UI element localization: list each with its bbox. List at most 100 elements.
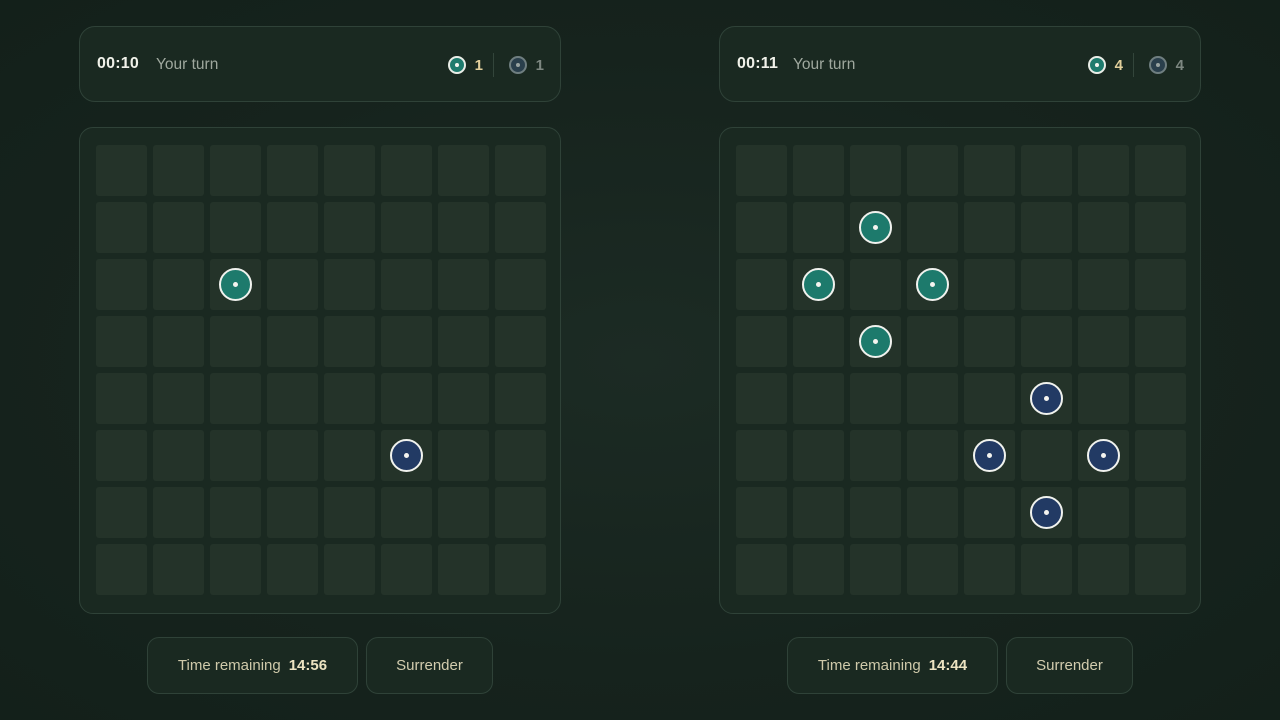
board-cell[interactable]	[153, 487, 204, 538]
board-cell[interactable]	[210, 487, 261, 538]
board-cell[interactable]	[267, 544, 318, 595]
board-cell[interactable]	[1135, 145, 1186, 196]
board-cell[interactable]	[850, 202, 901, 253]
board-cell[interactable]	[324, 316, 375, 367]
board-cell[interactable]	[438, 316, 489, 367]
board-cell[interactable]	[153, 202, 204, 253]
board-cell[interactable]	[381, 487, 432, 538]
board-cell[interactable]	[1135, 316, 1186, 367]
board-cell[interactable]	[153, 259, 204, 310]
board-cell[interactable]	[907, 145, 958, 196]
board-cell[interactable]	[96, 316, 147, 367]
board-cell[interactable]	[438, 373, 489, 424]
board-cell[interactable]	[438, 544, 489, 595]
board-cell[interactable]	[324, 259, 375, 310]
board-cell[interactable]	[1135, 259, 1186, 310]
board-cell[interactable]	[736, 430, 787, 481]
board-cell[interactable]	[381, 259, 432, 310]
board-cell[interactable]	[1135, 430, 1186, 481]
board-cell[interactable]	[267, 373, 318, 424]
board-cell[interactable]	[964, 202, 1015, 253]
board-cell[interactable]	[793, 202, 844, 253]
board-cell[interactable]	[964, 145, 1015, 196]
board-cell[interactable]	[495, 259, 546, 310]
board-cell[interactable]	[850, 373, 901, 424]
board-cell[interactable]	[907, 259, 958, 310]
board-cell[interactable]	[1135, 202, 1186, 253]
board-cell[interactable]	[907, 373, 958, 424]
board-cell[interactable]	[495, 487, 546, 538]
board-cell[interactable]	[1078, 544, 1129, 595]
board-cell[interactable]	[1078, 202, 1129, 253]
board-cell[interactable]	[1078, 259, 1129, 310]
board-cell[interactable]	[850, 259, 901, 310]
board-cell[interactable]	[495, 373, 546, 424]
board-cell[interactable]	[267, 487, 318, 538]
board-cell[interactable]	[1078, 145, 1129, 196]
board-cell[interactable]	[1021, 316, 1072, 367]
board-cell[interactable]	[1021, 373, 1072, 424]
board-cell[interactable]	[964, 373, 1015, 424]
board-cell[interactable]	[495, 430, 546, 481]
board-cell[interactable]	[1021, 544, 1072, 595]
board-cell[interactable]	[793, 430, 844, 481]
board-cell[interactable]	[850, 430, 901, 481]
board-cell[interactable]	[736, 145, 787, 196]
board-cell[interactable]	[907, 544, 958, 595]
board-cell[interactable]	[1078, 373, 1129, 424]
board-cell[interactable]	[267, 145, 318, 196]
board-cell[interactable]	[267, 259, 318, 310]
board-cell[interactable]	[381, 202, 432, 253]
board-cell[interactable]	[793, 316, 844, 367]
board-cell[interactable]	[210, 316, 261, 367]
board-cell[interactable]	[324, 544, 375, 595]
board-cell[interactable]	[736, 316, 787, 367]
board-cell[interactable]	[793, 544, 844, 595]
board-cell[interactable]	[907, 487, 958, 538]
board-cell[interactable]	[1078, 487, 1129, 538]
board-cell[interactable]	[495, 145, 546, 196]
board-cell[interactable]	[153, 373, 204, 424]
board-cell[interactable]	[153, 430, 204, 481]
board-cell[interactable]	[964, 259, 1015, 310]
board-cell[interactable]	[153, 316, 204, 367]
board-cell[interactable]	[736, 259, 787, 310]
board-cell[interactable]	[1021, 259, 1072, 310]
board-cell[interactable]	[153, 145, 204, 196]
board-cell[interactable]	[381, 316, 432, 367]
board-cell[interactable]	[96, 487, 147, 538]
board-cell[interactable]	[381, 430, 432, 481]
board-cell[interactable]	[1021, 487, 1072, 538]
board-cell[interactable]	[793, 259, 844, 310]
board-cell[interactable]	[381, 544, 432, 595]
board-cell[interactable]	[438, 202, 489, 253]
board-cell[interactable]	[324, 430, 375, 481]
board-cell[interactable]	[850, 316, 901, 367]
board-cell[interactable]	[96, 202, 147, 253]
board-cell[interactable]	[96, 373, 147, 424]
board-cell[interactable]	[438, 487, 489, 538]
board-cell[interactable]	[850, 487, 901, 538]
board-cell[interactable]	[964, 544, 1015, 595]
board-cell[interactable]	[736, 202, 787, 253]
board-cell[interactable]	[1021, 430, 1072, 481]
board-cell[interactable]	[267, 316, 318, 367]
board-cell[interactable]	[1135, 373, 1186, 424]
board-cell[interactable]	[210, 259, 261, 310]
board-cell[interactable]	[736, 544, 787, 595]
board-cell[interactable]	[1135, 487, 1186, 538]
board-cell[interactable]	[495, 202, 546, 253]
board-cell[interactable]	[381, 145, 432, 196]
board-cell[interactable]	[964, 430, 1015, 481]
board-cell[interactable]	[210, 373, 261, 424]
board-cell[interactable]	[438, 259, 489, 310]
board-cell[interactable]	[793, 145, 844, 196]
surrender-button[interactable]: Surrender	[366, 637, 493, 694]
board-cell[interactable]	[324, 145, 375, 196]
board-cell[interactable]	[438, 430, 489, 481]
surrender-button[interactable]: Surrender	[1006, 637, 1133, 694]
board-cell[interactable]	[1021, 145, 1072, 196]
board-cell[interactable]	[96, 145, 147, 196]
board-cell[interactable]	[736, 487, 787, 538]
board-cell[interactable]	[96, 544, 147, 595]
